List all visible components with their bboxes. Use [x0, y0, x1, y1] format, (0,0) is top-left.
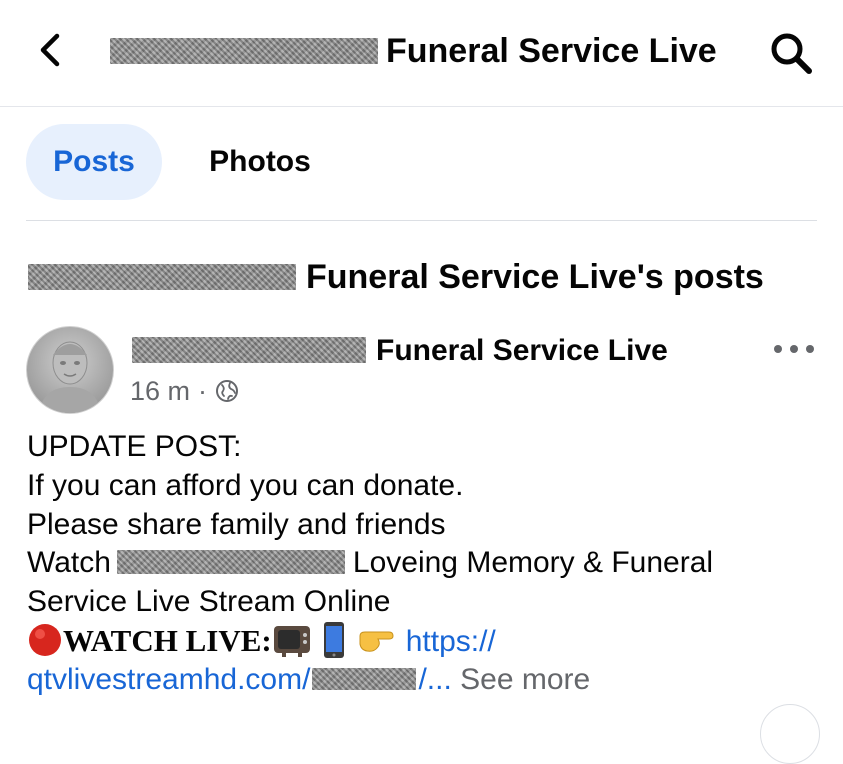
- watch-prefix: Watch: [27, 546, 111, 580]
- redacted-name: [132, 337, 366, 363]
- search-button[interactable]: [766, 28, 816, 78]
- search-icon: [771, 33, 812, 74]
- more-options-button[interactable]: [774, 340, 814, 358]
- post-line: Watch Loveing Memory & Funeral: [27, 544, 817, 583]
- post-link[interactable]: https://: [406, 625, 496, 658]
- redacted-link: [312, 667, 417, 690]
- post-link-end[interactable]: /...: [418, 663, 451, 696]
- post-author[interactable]: Funeral Service Live: [376, 332, 668, 370]
- watch-suffix: Loveing Memory & Funeral: [352, 546, 714, 580]
- globe-icon: [216, 380, 239, 402]
- red-circle-icon: [29, 624, 61, 657]
- back-button[interactable]: [32, 30, 72, 70]
- pointing-right-icon: [359, 631, 394, 652]
- more-dot: [806, 345, 814, 353]
- floating-button[interactable]: [760, 704, 820, 764]
- chevron-left-icon: [40, 33, 60, 67]
- post-line: WATCH LIVE: https://: [27, 622, 817, 661]
- redacted-name: [116, 550, 345, 575]
- post-line: Service Live Stream Online: [27, 585, 391, 619]
- section-title: Funeral Service Live's posts: [306, 258, 764, 296]
- post-line: qtvlivestreamhd.com/ /... See more: [27, 661, 817, 700]
- post-line: UPDATE POST:: [27, 430, 242, 463]
- television-icon: [273, 626, 310, 658]
- more-horizontal-icon: [774, 345, 782, 353]
- redacted-name: [28, 264, 296, 290]
- watch-live-label: WATCH LIVE:: [63, 622, 272, 658]
- see-more-link[interactable]: See more: [460, 663, 590, 696]
- more-dot: [790, 345, 798, 353]
- meta-separator: ·: [198, 375, 208, 406]
- page-title: Funeral Service Live: [386, 32, 717, 70]
- post-line: If you can afford you can donate.: [27, 468, 464, 502]
- divider: [26, 220, 817, 221]
- redacted-name: [110, 38, 378, 64]
- post-timestamp[interactable]: 16 m: [130, 376, 190, 407]
- post-link-domain[interactable]: qtvlivestreamhd.com/: [27, 663, 310, 696]
- post-line: Please share family and friends: [27, 507, 446, 541]
- post-text: UPDATE POST: If you can afford you can d…: [27, 428, 817, 700]
- post-meta: 16 m ·: [130, 374, 239, 408]
- avatar[interactable]: [26, 326, 114, 414]
- mobile-phone-icon: [323, 622, 344, 659]
- top-bar: Funeral Service Live: [0, 0, 843, 107]
- tab-posts[interactable]: Posts: [26, 124, 162, 200]
- profile-photo: [39, 341, 101, 413]
- tab-photos[interactable]: Photos: [186, 124, 334, 200]
